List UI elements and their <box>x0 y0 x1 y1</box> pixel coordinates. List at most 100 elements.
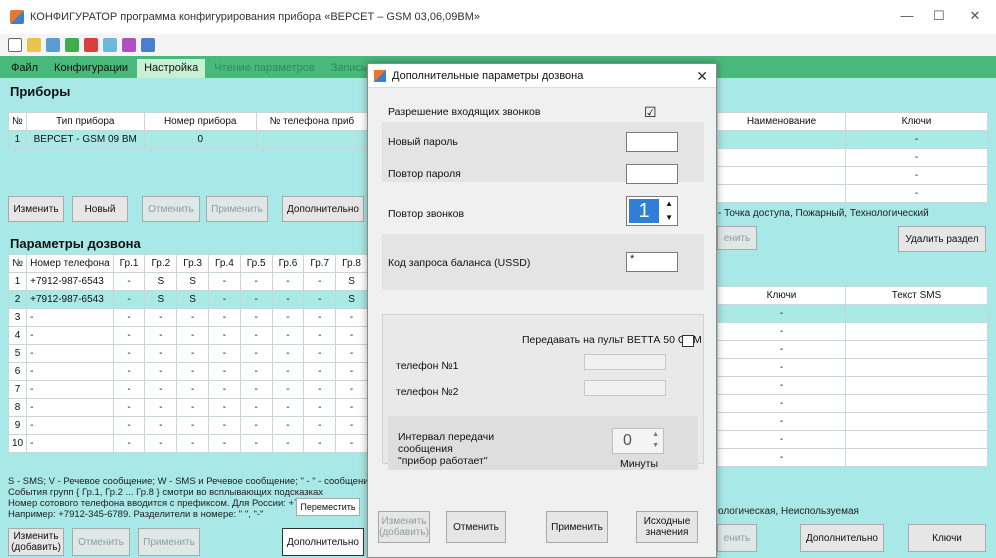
dialog-defaults-button[interactable]: Исходные значения <box>636 511 698 543</box>
right-bottom-apply-button[interactable]: енить <box>717 524 757 552</box>
table-row[interactable]: - <box>717 430 988 449</box>
table-row[interactable]: - <box>717 448 988 467</box>
repeat-password-input[interactable] <box>626 164 678 184</box>
cell: - <box>112 380 146 399</box>
right-top-apply-button[interactable]: енить <box>717 226 757 250</box>
new-file-icon[interactable] <box>8 38 22 52</box>
col-header: Гр.8 <box>335 254 368 273</box>
menu-read-params[interactable]: Чтение параметров <box>207 59 322 78</box>
cell: - <box>26 380 114 399</box>
cell: - <box>717 322 846 341</box>
dial-edit-button[interactable]: Изменить (добавить) <box>8 528 64 556</box>
book-icon[interactable] <box>122 38 136 52</box>
col-header: Тип прибора <box>25 112 145 131</box>
menu-settings[interactable]: Настройка <box>137 59 206 78</box>
open-folder-icon[interactable] <box>27 38 41 52</box>
phone1-input[interactable] <box>584 354 666 370</box>
table-row[interactable]: - <box>717 322 988 341</box>
move-button[interactable]: Переместить <box>296 498 360 516</box>
table-row[interactable]: 7--------- <box>7 380 368 399</box>
table-row[interactable]: - <box>717 340 988 359</box>
repeat-calls-spinner[interactable]: 1 ▲ ▼ <box>626 196 678 226</box>
close-button[interactable]: ✕ <box>960 8 990 26</box>
repeat-calls-label: Повтор звонков <box>388 208 465 220</box>
devices-new-button[interactable]: Новый <box>72 196 128 222</box>
table-row[interactable]: - <box>717 148 988 167</box>
dial-apply-button[interactable]: Применить <box>138 528 200 556</box>
dialog-cancel-button[interactable]: Отменить <box>446 511 506 543</box>
col-header: № <box>7 254 28 273</box>
col-header: Гр.5 <box>239 254 273 273</box>
table-row[interactable]: 6--------- <box>7 362 368 381</box>
cell: - <box>26 344 114 363</box>
cell: - <box>845 184 988 203</box>
table-row[interactable]: - <box>717 130 988 149</box>
cell <box>845 394 988 413</box>
dial-title: Параметры дозвона <box>10 236 141 251</box>
table-row[interactable]: 1 +7912-987-6543- S S - - - - S <box>7 272 368 291</box>
dial-more-button[interactable]: Дополнительно <box>282 528 364 556</box>
col-header: Гр.2 <box>144 254 178 273</box>
dialog-apply-button[interactable]: Применить <box>546 511 608 543</box>
dialog-edit-button[interactable]: Изменить (добавить) <box>378 511 430 543</box>
cell: - <box>144 326 178 345</box>
devices-apply-button[interactable]: Применить <box>206 196 268 222</box>
keys-button[interactable]: Ключи <box>908 524 986 552</box>
cell: - <box>26 434 114 453</box>
balance-code-input[interactable]: * <box>626 252 678 272</box>
table-row[interactable]: 10- - - - - - - - - <box>7 434 368 453</box>
interval-down-icon[interactable]: ▼ <box>652 442 659 449</box>
cell: - <box>176 326 209 345</box>
dialog-close-icon[interactable]: ✕ <box>696 68 708 85</box>
cell: - <box>335 362 368 381</box>
dial-table: № Номер телефона Гр.1 Гр.2 Гр.3 Гр.4 Гр.… <box>7 254 368 453</box>
table-row[interactable]: - <box>717 358 988 377</box>
table-row[interactable]: - <box>717 184 988 203</box>
cell: 8 <box>7 398 28 417</box>
delete-section-button[interactable]: Удалить раздел <box>898 226 986 252</box>
edit-icon[interactable] <box>46 38 60 52</box>
cell: - <box>208 290 241 309</box>
allow-incoming-checkbox[interactable]: ☑ <box>644 105 657 119</box>
interval-spinner[interactable]: 0 ▲ ▼ <box>612 428 664 454</box>
table-row[interactable]: 2 +7912-987-6543- S S - - - - S <box>7 290 368 309</box>
send-to-console-checkbox[interactable] <box>682 335 694 347</box>
cell: - <box>144 344 178 363</box>
dial-cancel-button[interactable]: Отменить <box>72 528 130 556</box>
devices-edit-button[interactable]: Изменить <box>8 196 64 222</box>
interval-up-icon[interactable]: ▲ <box>652 431 659 438</box>
table-row[interactable]: 4--------- <box>7 326 368 345</box>
spinner-down-icon[interactable]: ▼ <box>665 213 673 222</box>
cell: - <box>112 272 146 291</box>
table-row[interactable]: 9--------- <box>7 416 368 435</box>
device-icon[interactable] <box>103 38 117 52</box>
table-row[interactable]: - <box>717 304 988 323</box>
help-icon[interactable] <box>141 38 155 52</box>
zone-types-caption: - Точка доступа, Пожарный, Технологическ… <box>718 208 929 219</box>
table-row[interactable]: - <box>717 394 988 413</box>
menu-file[interactable]: Файл <box>4 59 45 78</box>
table-row[interactable]: 5--------- <box>7 344 368 363</box>
maximize-button[interactable]: ☐ <box>924 8 954 26</box>
download-icon[interactable] <box>84 38 98 52</box>
upload-icon[interactable] <box>65 38 79 52</box>
devices-more-button[interactable]: Дополнительно <box>282 196 364 222</box>
table-row[interactable]: 3--------- <box>7 308 368 327</box>
menu-configurations[interactable]: Конфигурации <box>47 59 135 78</box>
new-password-input[interactable] <box>626 132 678 152</box>
devices-title: Приборы <box>10 84 71 99</box>
spinner-up-icon[interactable]: ▲ <box>665 199 673 208</box>
right-more-button[interactable]: Дополнительно <box>800 524 884 552</box>
phone2-input[interactable] <box>584 380 666 396</box>
table-row[interactable]: - <box>717 166 988 185</box>
cell: 3 <box>7 308 28 327</box>
table-row[interactable]: 1 ВЕРСЕТ - GSM 09 ВМ 0 <box>8 130 369 149</box>
table-row[interactable]: - <box>717 412 988 431</box>
cell: 4 <box>7 326 28 345</box>
devices-cancel-button[interactable]: Отменить <box>142 196 200 222</box>
minimize-button[interactable]: — <box>892 8 922 26</box>
cell: - <box>239 272 273 291</box>
table-row[interactable]: 8--------- <box>7 398 368 417</box>
cell <box>845 358 988 377</box>
table-row[interactable]: - <box>717 376 988 395</box>
